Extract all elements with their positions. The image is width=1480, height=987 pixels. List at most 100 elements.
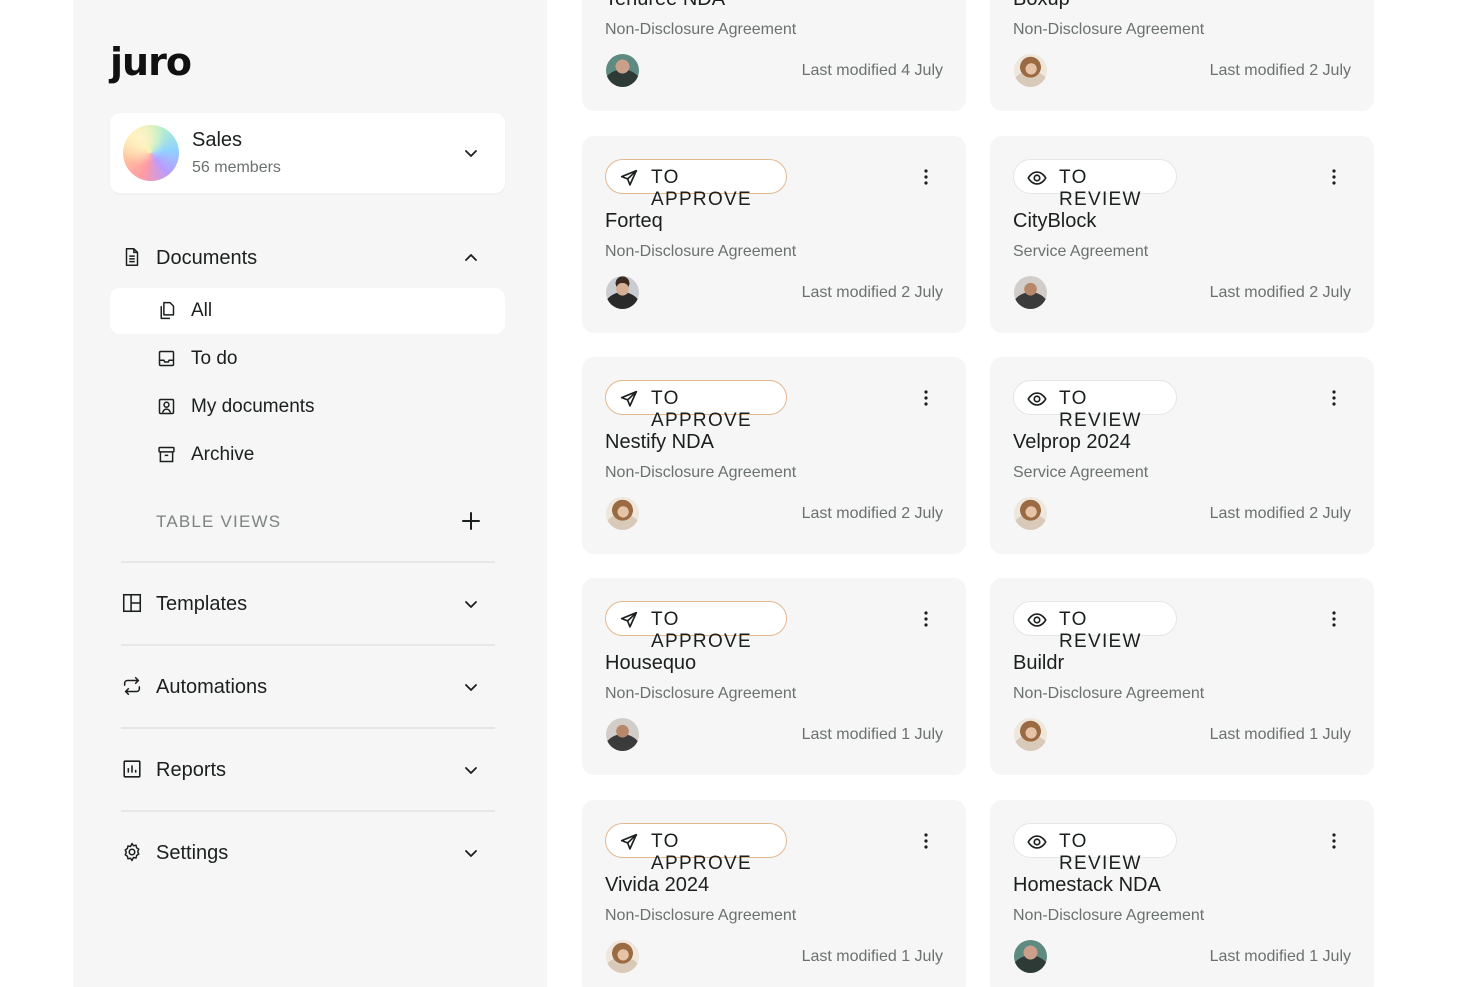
- document-card[interactable]: TO REVIEW CityBlock Service Agreement Last …: [990, 136, 1374, 333]
- chevron-down-icon[interactable]: [463, 145, 479, 161]
- plus-icon[interactable]: [459, 509, 483, 533]
- status-badge-label: TO APPROVE: [651, 831, 752, 874]
- avatar: [1014, 54, 1047, 87]
- avatar: [1014, 276, 1047, 309]
- nav-section-templates[interactable]: Templates: [121, 589, 495, 619]
- card-modified: Last modified 2 July: [1209, 505, 1351, 522]
- nav-section-label: Templates: [156, 593, 248, 615]
- status-badge[interactable]: TO APPROVE: [605, 823, 787, 874]
- team-switcher[interactable]: Sales 56 members: [110, 113, 505, 193]
- card-modified: Last modified 1 July: [1209, 726, 1351, 743]
- chevron-up-icon[interactable]: [463, 250, 479, 266]
- status-badge[interactable]: TO APPROVE: [605, 601, 787, 652]
- divider: [121, 561, 495, 563]
- status-badge[interactable]: TO APPROVE: [605, 380, 787, 431]
- divider: [121, 810, 495, 812]
- sidebar-item-all[interactable]: All: [110, 288, 505, 334]
- avatar: [1014, 940, 1047, 973]
- sidebar-item-label: All: [191, 300, 213, 321]
- document-card[interactable]: TO APPROVE Vivida 2024 Non-Disclosure Agre…: [582, 800, 966, 987]
- juro-logo[interactable]: juro: [110, 40, 192, 84]
- card-title: CityBlock: [1013, 210, 1097, 232]
- card-title: Tenuree NDA: [605, 0, 725, 11]
- card-type: Service Agreement: [1013, 464, 1149, 481]
- nav-section-automations[interactable]: Automations: [121, 672, 495, 702]
- sidebar-item-my-documents[interactable]: My documents: [110, 384, 505, 430]
- status-badge-label: TO REVIEW: [1059, 167, 1142, 210]
- sidebar-item-label: My documents: [191, 396, 315, 417]
- status-badge[interactable]: TO REVIEW: [1013, 823, 1177, 874]
- more-options-icon[interactable]: [918, 831, 934, 851]
- card-modified: Last modified 2 July: [801, 284, 943, 301]
- repeat-icon: [121, 675, 145, 699]
- chevron-down-icon[interactable]: [463, 596, 479, 612]
- status-badge-label: TO APPROVE: [651, 167, 752, 210]
- more-options-icon[interactable]: [1326, 388, 1342, 408]
- document-card[interactable]: TO REVIEW Buildr Non-Disclosure Agreement L…: [990, 578, 1374, 775]
- document-card[interactable]: TO APPROVE Forteq Non-Disclosure Agreement…: [582, 136, 966, 333]
- more-options-icon[interactable]: [918, 609, 934, 629]
- nav-section-reports[interactable]: Reports: [121, 755, 495, 785]
- sidebar-item-archive[interactable]: Archive: [110, 432, 505, 478]
- nav-section-documents[interactable]: Documents: [121, 243, 495, 273]
- status-badge[interactable]: TO REVIEW: [1013, 380, 1177, 431]
- team-members-count: 56 members: [192, 159, 281, 176]
- document-card[interactable]: TO REVIEW Velprop 2024 Service Agreement La…: [990, 357, 1374, 554]
- card-title: Buildr: [1013, 652, 1065, 674]
- card-type: Non-Disclosure Agreement: [605, 21, 797, 38]
- send-icon: [618, 831, 640, 853]
- document-card[interactable]: TO REVIEW Homestack NDA Non-Disclosure Agr…: [990, 800, 1374, 987]
- team-avatar: [123, 125, 179, 181]
- document-icon: [121, 246, 145, 270]
- status-badge-label: TO APPROVE: [651, 609, 752, 652]
- send-icon: [618, 388, 640, 410]
- status-badge[interactable]: TO APPROVE: [605, 159, 787, 210]
- chevron-down-icon[interactable]: [463, 762, 479, 778]
- avatar: [606, 718, 639, 751]
- more-options-icon[interactable]: [1326, 831, 1342, 851]
- card-title: Homestack NDA: [1013, 874, 1161, 896]
- status-badge[interactable]: TO REVIEW: [1013, 601, 1177, 652]
- team-name: Sales: [192, 129, 243, 151]
- nav-section-label: Documents: [156, 247, 258, 269]
- avatar: [606, 276, 639, 309]
- archive-icon: [156, 444, 178, 466]
- document-card[interactable]: Boxup Non-Disclosure Agreement Last modi…: [990, 0, 1374, 111]
- more-options-icon[interactable]: [1326, 167, 1342, 187]
- sidebar-item-to-do[interactable]: To do: [110, 336, 505, 382]
- card-type: Service Agreement: [1013, 243, 1149, 260]
- more-options-icon[interactable]: [1326, 609, 1342, 629]
- more-options-icon[interactable]: [918, 167, 934, 187]
- status-badge-label: TO APPROVE: [651, 388, 752, 431]
- status-badge[interactable]: TO REVIEW: [1013, 159, 1177, 210]
- card-title: Velprop 2024: [1013, 431, 1131, 453]
- inbox-icon: [156, 348, 178, 370]
- table-views-heading: TABLE VIEWS: [156, 512, 282, 531]
- avatar: [606, 497, 639, 530]
- nav-section-settings[interactable]: Settings: [121, 838, 495, 868]
- avatar: [1014, 497, 1047, 530]
- card-modified: Last modified 2 July: [801, 505, 943, 522]
- card-type: Non-Disclosure Agreement: [605, 907, 797, 924]
- avatar: [606, 54, 639, 87]
- status-badge-label: TO REVIEW: [1059, 388, 1142, 431]
- document-card[interactable]: TO APPROVE Nestify NDA Non-Disclosure Agre…: [582, 357, 966, 554]
- card-modified: Last modified 2 July: [1209, 284, 1351, 301]
- card-modified: Last modified 1 July: [1209, 948, 1351, 965]
- document-card[interactable]: Tenuree NDA Non-Disclosure Agreement Las…: [582, 0, 966, 111]
- card-type: Non-Disclosure Agreement: [605, 243, 797, 260]
- eye-icon: [1026, 388, 1048, 410]
- status-badge-label: TO REVIEW: [1059, 609, 1142, 652]
- user-document-icon: [156, 396, 178, 418]
- divider: [121, 727, 495, 729]
- eye-icon: [1026, 609, 1048, 631]
- gear-icon: [121, 841, 145, 865]
- more-options-icon[interactable]: [918, 388, 934, 408]
- avatar: [606, 940, 639, 973]
- eye-icon: [1026, 167, 1048, 189]
- card-title: Nestify NDA: [605, 431, 714, 453]
- document-card[interactable]: TO APPROVE Housequo Non-Disclosure Agreeme…: [582, 578, 966, 775]
- chevron-down-icon[interactable]: [463, 679, 479, 695]
- chevron-down-icon[interactable]: [463, 845, 479, 861]
- card-type: Non-Disclosure Agreement: [1013, 907, 1205, 924]
